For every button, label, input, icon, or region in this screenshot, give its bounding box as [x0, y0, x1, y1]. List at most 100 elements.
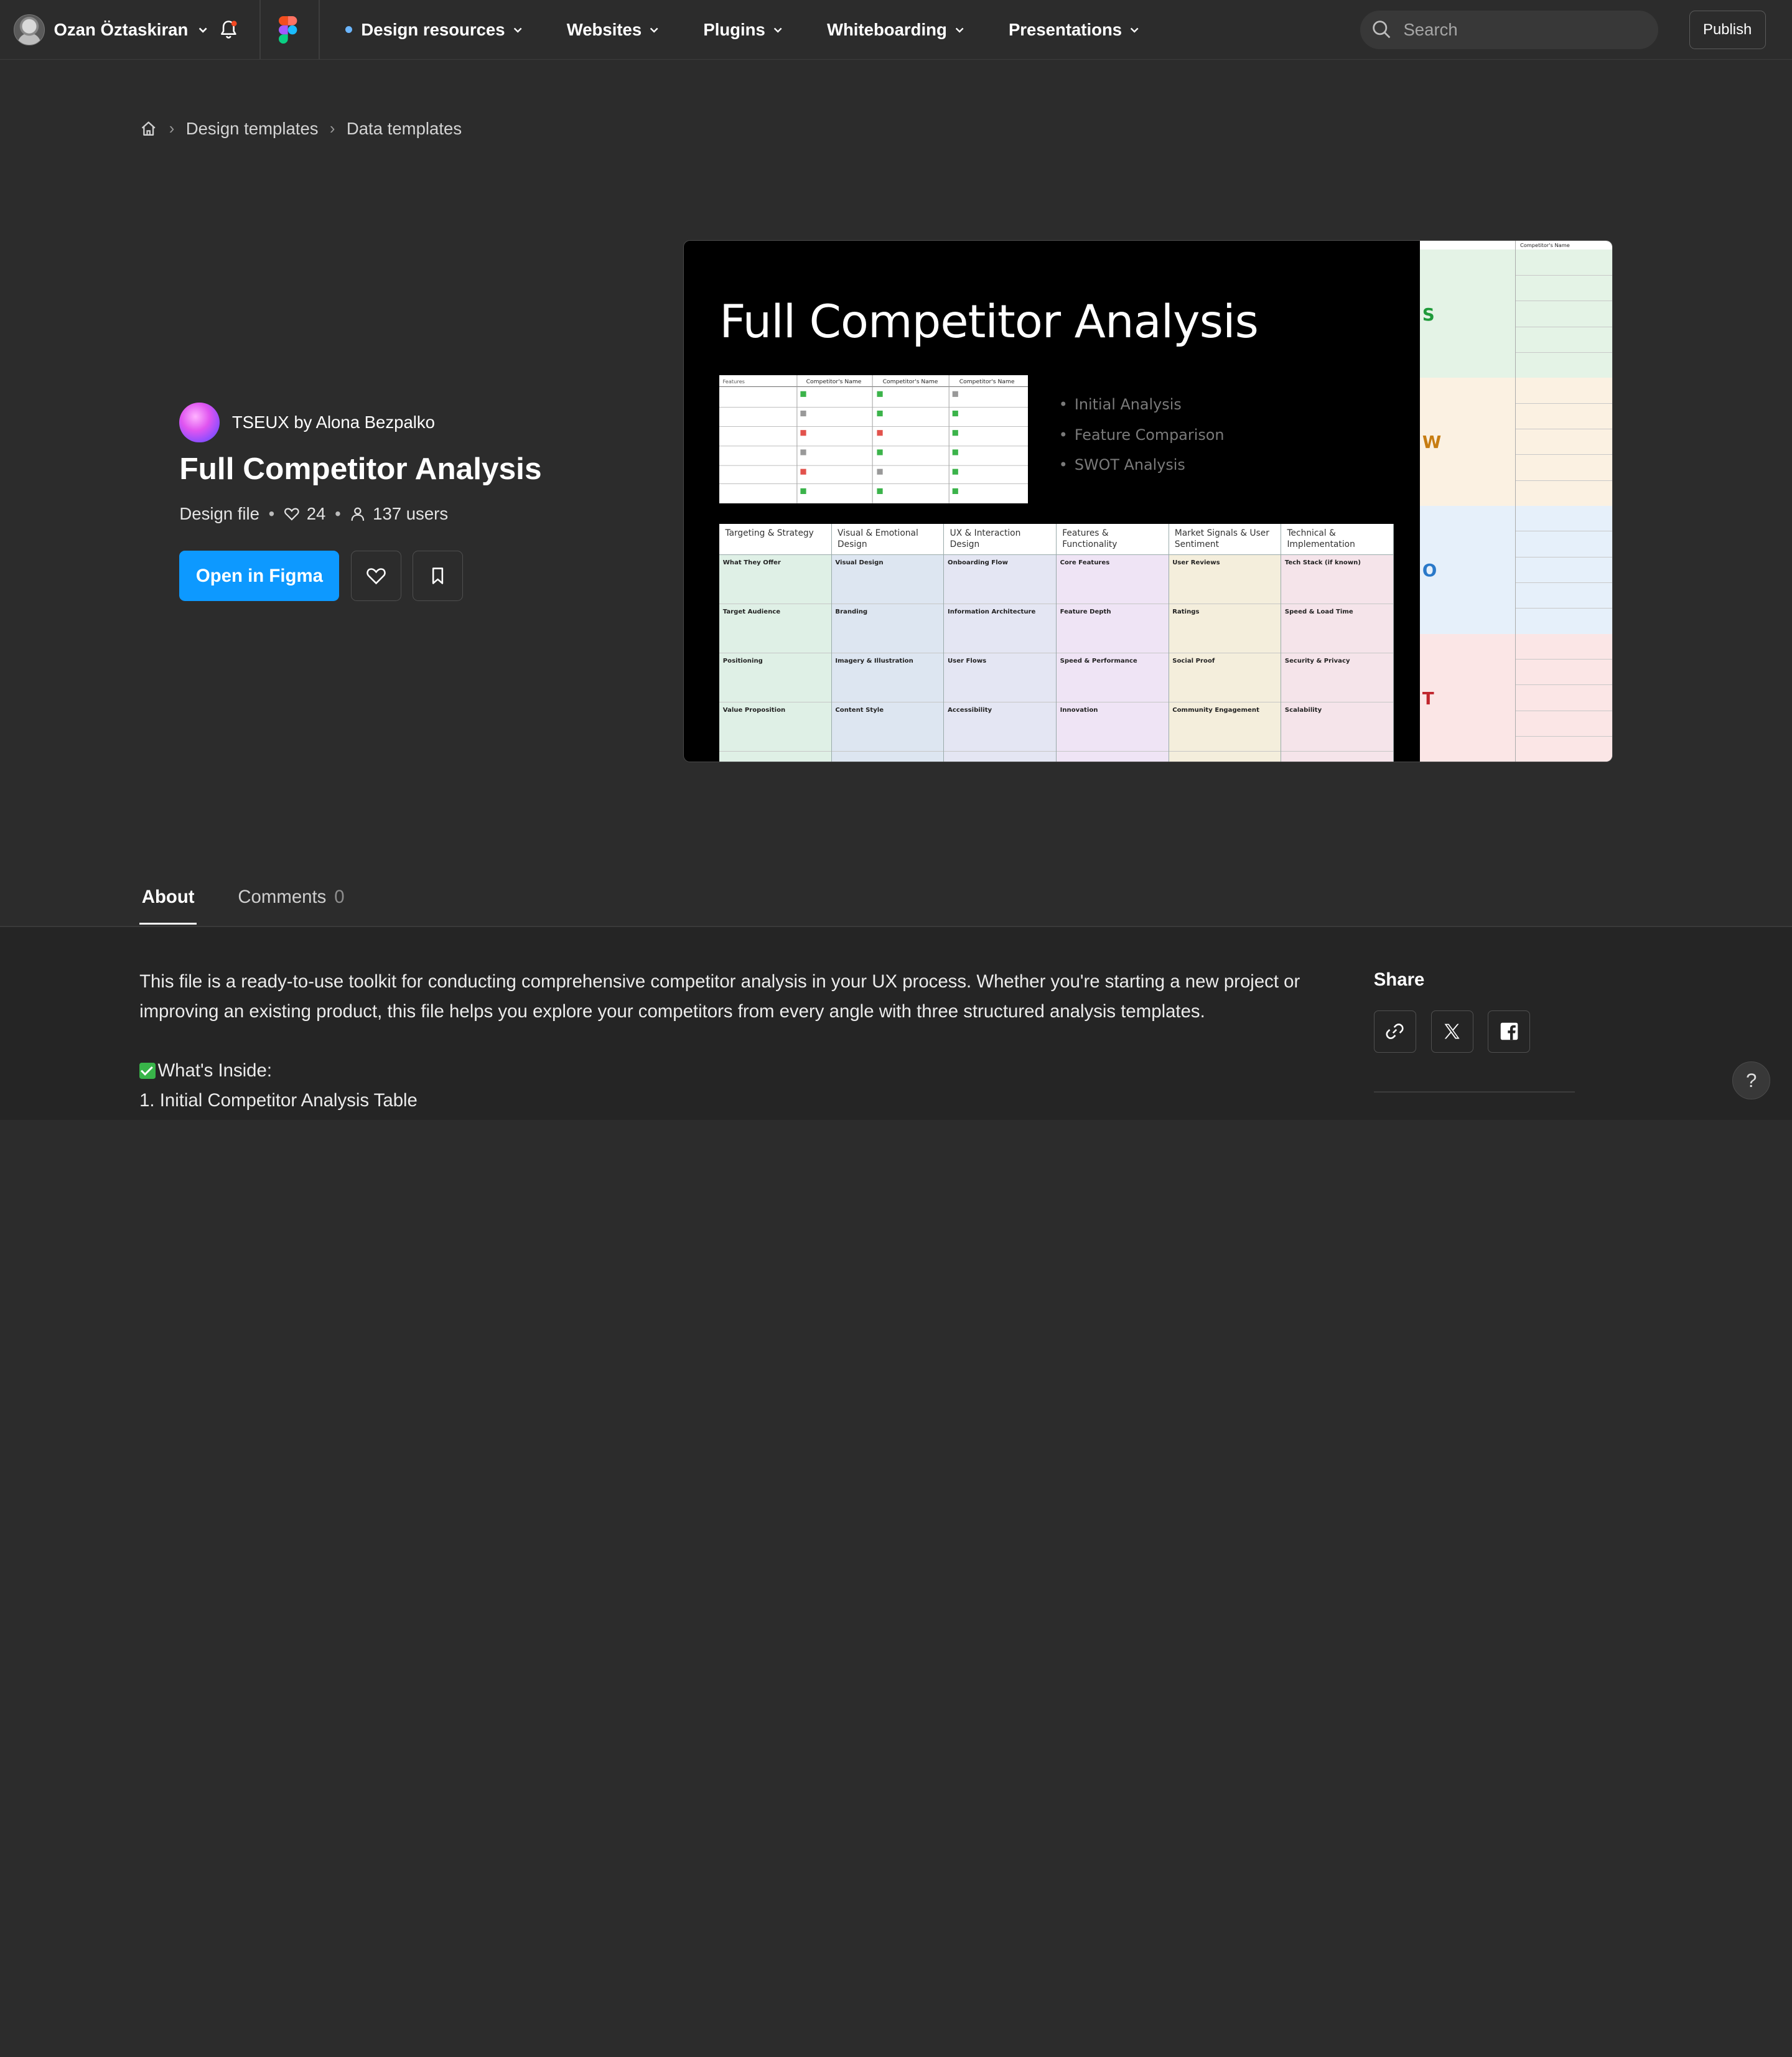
like-count: 24	[306, 503, 326, 523]
preview-grid-column: Visual & Emotional Design Visual Design Br…	[831, 524, 945, 762]
nav-design-resources[interactable]: Design resources	[345, 20, 523, 40]
nav-label: Presentations	[1008, 19, 1122, 39]
preview-grid-cell-title: Speed & Load Time	[1284, 609, 1353, 616]
swot-section: O	[1420, 505, 1612, 635]
search-input[interactable]	[1401, 18, 1646, 41]
swot-section: S	[1420, 250, 1612, 379]
swot-line	[1515, 404, 1612, 429]
publish-button[interactable]: Publish	[1689, 10, 1766, 49]
share-facebook-button[interactable]	[1488, 1010, 1531, 1053]
preview-grid-column: UX & Interaction Design Onboarding Flow In…	[944, 524, 1057, 762]
top-bar: Ozan Öztaskiran Design resources Website…	[0, 0, 1792, 60]
swot-section: T	[1420, 633, 1612, 762]
bell-icon[interactable]	[217, 18, 240, 41]
preview-grid-cell-title: Visual Design	[835, 559, 884, 567]
home-icon[interactable]	[139, 119, 157, 138]
nav-plugins[interactable]: Plugins	[703, 20, 783, 40]
preview-table-header: Features	[723, 378, 745, 385]
breadcrumb-separator: ›	[329, 119, 335, 138]
whats-inside-item: 1. Initial Competitor Analysis Table	[139, 1089, 418, 1111]
nav-whiteboarding[interactable]: Whiteboarding	[827, 20, 965, 40]
preview-initial-table: Features Competitor's Name Competitor's …	[719, 375, 1029, 504]
divider	[319, 0, 320, 60]
preview-grid-cell: Community Engagement	[1169, 702, 1281, 752]
meta-separator: •	[335, 503, 341, 523]
preview-bullet-list: Initial Analysis Feature Comparison SWOT…	[1059, 396, 1225, 486]
preview-bullet: SWOT Analysis	[1059, 456, 1225, 473]
swot-line	[1515, 609, 1612, 635]
link-icon	[1386, 1024, 1404, 1040]
swot-header: Competitor's Name	[1514, 240, 1612, 251]
preview-grid-cell-title: User Flows	[947, 658, 987, 665]
swot-line	[1515, 301, 1612, 327]
preview-grid-cell-title: Target Audience	[722, 609, 781, 616]
preview-grid-cell-title: Core Features	[1060, 559, 1110, 567]
nav-presentations[interactable]: Presentations	[1009, 20, 1141, 40]
breadcrumb-data-templates[interactable]: Data templates	[347, 119, 462, 139]
tab-comments[interactable]: Comments 0	[236, 882, 347, 925]
preview-table-header: Competitor's Name	[806, 378, 862, 385]
figma-logo-icon[interactable]	[279, 16, 297, 44]
preview-grid-cell: Branding	[831, 604, 944, 653]
whats-inside: What's Inside: 1. Initial Competitor Ana…	[139, 1056, 418, 1116]
preview-table-drawing: Features Competitor's Name Competitor's …	[719, 375, 1029, 504]
swot-line	[1515, 685, 1612, 711]
comment-count: 0	[334, 887, 345, 908]
swot-line	[1515, 711, 1612, 737]
like-button[interactable]	[350, 551, 401, 602]
preview-grid-cell-title: Feature Depth	[1060, 609, 1111, 616]
preview-grid-cell: Information Architecture	[944, 604, 1057, 653]
swot-letter: O	[1422, 560, 1437, 581]
swot-line	[1515, 660, 1612, 686]
swot-line	[1515, 557, 1612, 584]
chevron-down-icon	[955, 27, 964, 33]
content-tabs: About Comments 0	[139, 882, 347, 925]
copy-link-button[interactable]	[1373, 1010, 1416, 1053]
preview-grid-cell-title: Innovation	[1060, 707, 1098, 714]
preview-grid-cell: Content Style	[831, 702, 944, 752]
preview-grid-cell-title: Accessibility	[947, 707, 992, 714]
swot-line	[1515, 353, 1612, 379]
nav-websites[interactable]: Websites	[567, 20, 660, 40]
search-icon	[1373, 21, 1391, 39]
nav-label: Whiteboarding	[826, 19, 947, 39]
user-menu[interactable]: Ozan Öztaskiran	[14, 14, 208, 45]
preview-table-header: Competitor's Name	[959, 378, 1015, 385]
preview-grid-cell-title: Content Style	[835, 707, 884, 714]
open-in-figma-button[interactable]: Open in Figma	[179, 551, 340, 602]
preview-grid-cell-title: Positioning	[722, 658, 763, 665]
help-button[interactable]: ?	[1732, 1061, 1771, 1099]
preview-table-header: Competitor's Name	[883, 378, 938, 385]
breadcrumb-design-templates[interactable]: Design templates	[186, 119, 319, 139]
preview-grid-cell: Social Proof	[1169, 653, 1281, 702]
chevron-down-icon	[198, 27, 207, 33]
share-divider	[1373, 1091, 1575, 1093]
preview-grid-cell-title: Speed & Performance	[1060, 658, 1137, 665]
preview-grid-cell-title: Imagery & Illustration	[835, 658, 913, 665]
preview-grid-column: Features & Functionality Core Features Fea…	[1057, 524, 1169, 762]
preview-grid-header: UX & Interaction Design	[944, 524, 1057, 555]
preview-grid-cell: Scalability	[1281, 702, 1393, 752]
avatar	[14, 14, 45, 45]
preview-grid-cell: Target Audience	[719, 604, 831, 653]
swot-line	[1515, 634, 1612, 660]
swot-lines	[1514, 378, 1612, 507]
swot-line	[1515, 429, 1612, 455]
tab-label: About	[141, 887, 195, 908]
tab-about[interactable]: About	[139, 882, 197, 925]
preview-grid-cell-title: Branding	[835, 609, 868, 616]
chevron-down-icon	[1130, 27, 1139, 33]
breadcrumb: › Design templates › Data templates	[139, 119, 462, 139]
bookmark-button[interactable]	[413, 551, 463, 602]
preview-grid-cell: Speed & Performance	[1057, 653, 1169, 702]
swot-line	[1515, 531, 1612, 557]
share-x-button[interactable]	[1430, 1010, 1473, 1053]
preview-grid-cell-title: Information Architecture	[947, 609, 1036, 616]
preview-grid-cell: Positioning	[719, 653, 831, 702]
file-preview-thumbnail[interactable]: Full Competitor Analysis Features Compet…	[683, 240, 1613, 763]
search-box[interactable]	[1360, 10, 1659, 49]
preview-grid-cell-title: Community Engagement	[1172, 707, 1259, 714]
creator-link[interactable]: TSEUX by Alona Bezpalko	[179, 402, 435, 442]
file-meta: Design file • 24 • 137 users	[179, 504, 448, 524]
preview-grid-cell: Accessibility	[944, 702, 1057, 752]
